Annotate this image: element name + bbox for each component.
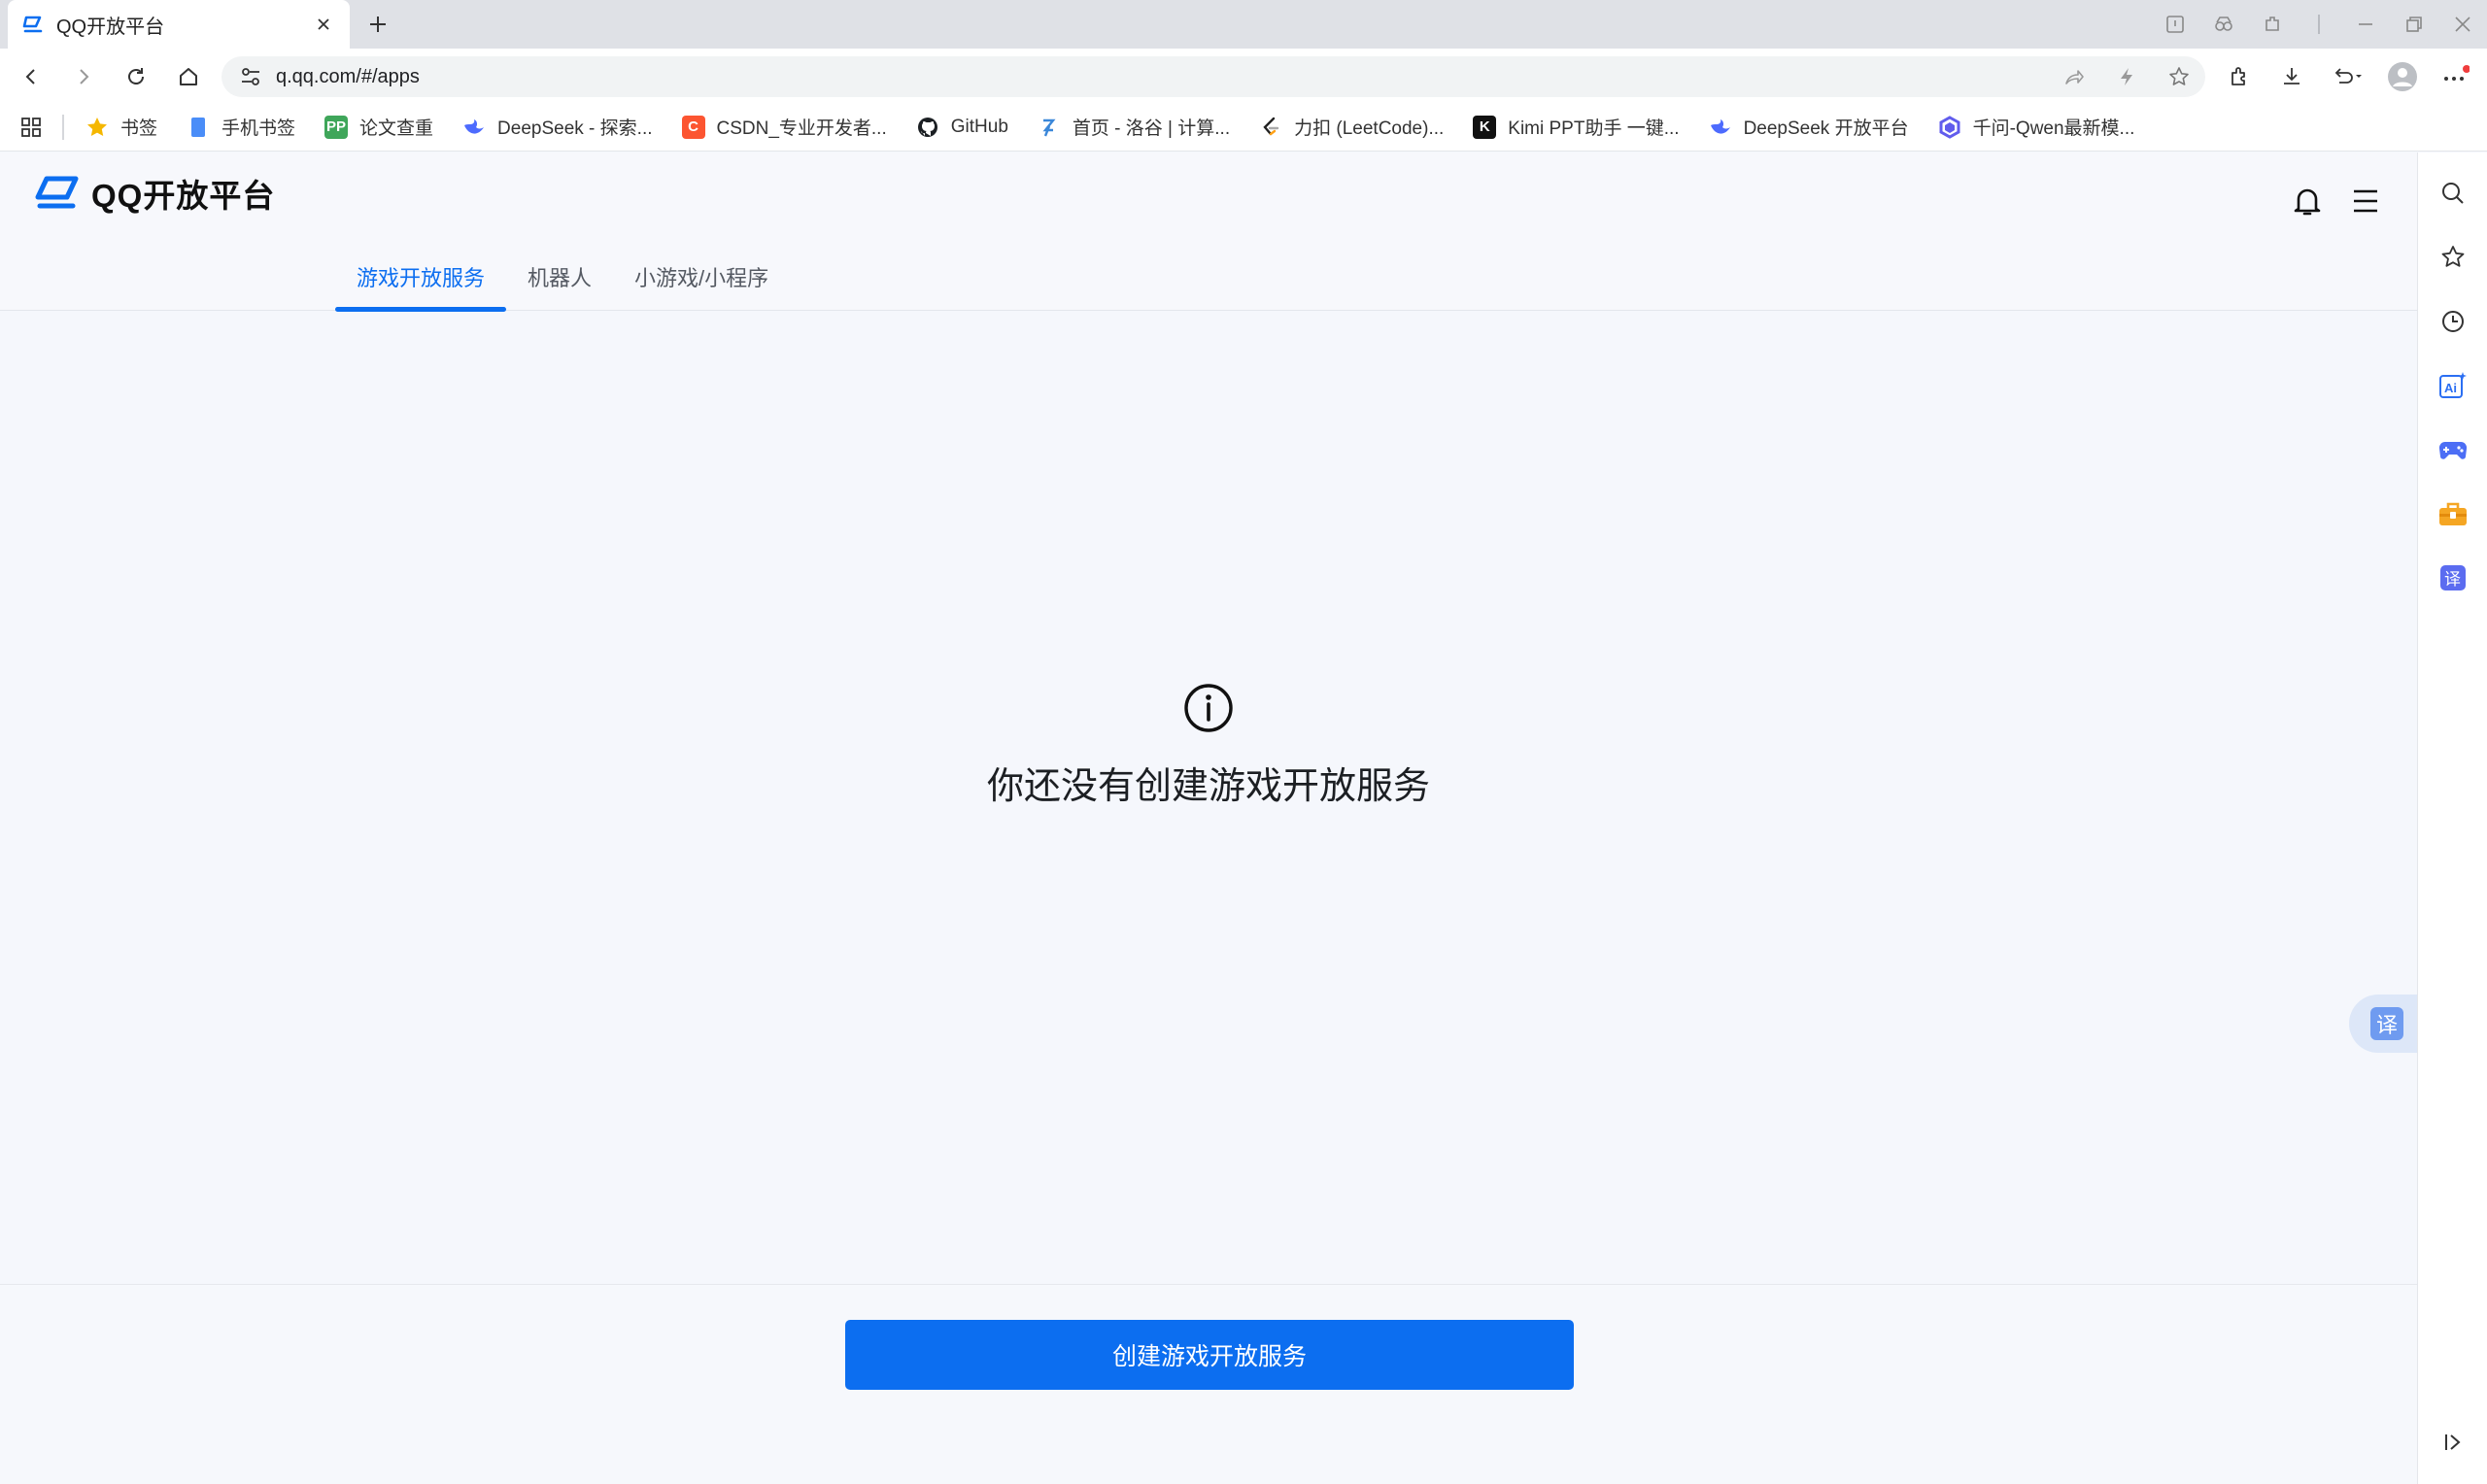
- bookmark-item[interactable]: 首页 - 洛谷 | 计算...: [1038, 108, 1230, 147]
- bookmark-item[interactable]: 千问-Qwen最新模...: [1938, 108, 2135, 147]
- bookmark-item[interactable]: DeepSeek 开放平台: [1709, 108, 1909, 147]
- bookmark-label: DeepSeek 开放平台: [1743, 118, 1909, 139]
- qq-open-platform-logo-icon: [35, 173, 84, 214]
- divider: [62, 114, 64, 140]
- bookmark-label: 首页 - 洛谷 | 计算...: [1072, 118, 1231, 139]
- back-icon[interactable]: [16, 61, 47, 92]
- bookmark-item[interactable]: 力扣 (LeetCode)...: [1259, 108, 1444, 147]
- tab-game-open-service[interactable]: 游戏开放服务: [335, 250, 507, 312]
- ai-icon[interactable]: Ai: [2434, 366, 2472, 405]
- share-icon[interactable]: [2048, 56, 2100, 97]
- empty-state-message: 你还没有创建游戏开放服务: [986, 766, 1430, 807]
- apps-grid-icon[interactable]: [17, 114, 45, 141]
- game-icon[interactable]: [2434, 430, 2472, 469]
- close-tab-icon[interactable]: [311, 12, 336, 37]
- luogu-icon: [1038, 116, 1061, 139]
- qwen-icon: [1938, 115, 1961, 139]
- browser-sidebar: Ai 译: [2417, 152, 2487, 1484]
- translate-icon[interactable]: 译: [2434, 558, 2472, 597]
- window-controls: [2151, 0, 2487, 49]
- svg-text:Ai: Ai: [2444, 381, 2457, 395]
- floating-translate-button[interactable]: 译: [2349, 995, 2417, 1053]
- bookmark-label: Kimi PPT助手 一键...: [1508, 118, 1680, 139]
- bookmark-label: 力扣 (LeetCode)...: [1294, 118, 1445, 139]
- undo-icon[interactable]: [2324, 56, 2372, 97]
- csdn-icon: C: [681, 115, 705, 139]
- site-header: QQ开放平台 游戏开放服务 机器人 小游戏/小程序: [0, 152, 2417, 312]
- address-bar[interactable]: q.qq.com/#/apps: [221, 56, 2205, 97]
- bookmark-label: 千问-Qwen最新模...: [1972, 118, 2135, 139]
- minimize-icon[interactable]: [2341, 0, 2390, 49]
- tab-robot[interactable]: 机器人: [506, 250, 613, 311]
- page-tabs: 游戏开放服务 机器人 小游戏/小程序: [335, 250, 790, 312]
- download-icon[interactable]: [2271, 56, 2312, 97]
- favorites-icon[interactable]: [2434, 238, 2472, 277]
- tab-search-icon[interactable]: [2151, 0, 2199, 49]
- translate-icon: 译: [2370, 1007, 2403, 1040]
- deepseek-icon: [462, 116, 486, 139]
- restore-icon[interactable]: [2390, 0, 2438, 49]
- bookmark-item[interactable]: PP 论文查重: [324, 108, 433, 147]
- site-logo[interactable]: QQ开放平台: [35, 170, 275, 217]
- page: QQ开放平台 游戏开放服务 机器人 小游戏/小程序 你还没有创建游戏开放服务 创…: [0, 152, 2417, 1484]
- bookmark-label: CSDN_专业开发者...: [716, 118, 887, 139]
- pp-icon: PP: [324, 115, 349, 139]
- browser-tab-active[interactable]: QQ开放平台: [8, 0, 350, 49]
- extensions-icon[interactable]: [2248, 0, 2297, 49]
- home-icon[interactable]: [173, 61, 204, 92]
- leetcode-icon: [1259, 116, 1282, 139]
- phone-icon: [187, 116, 210, 139]
- bookmarks-bar: 书签 手机书签 PP 论文查重 DeepSeek - 探索... C CSDN_专业开发者.…: [0, 103, 2487, 152]
- bookmark-item[interactable]: K Kimi PPT助手 一键...: [1473, 108, 1680, 147]
- svg-text:译: 译: [2444, 570, 2461, 590]
- more-icon[interactable]: [2435, 56, 2475, 97]
- deepseek-icon: [1709, 116, 1732, 139]
- bookmark-label: DeepSeek - 探索...: [497, 118, 653, 139]
- info-icon: [1182, 682, 1235, 734]
- create-game-service-button[interactable]: 创建游戏开放服务: [845, 1320, 1574, 1390]
- history-icon[interactable]: [2434, 302, 2472, 341]
- bookmark-item[interactable]: 手机书签: [187, 108, 295, 147]
- lightning-icon[interactable]: [2100, 56, 2153, 97]
- browser-toolbar: q.qq.com/#/apps: [0, 49, 2487, 103]
- bookmark-item[interactable]: C CSDN_专业开发者...: [681, 108, 887, 147]
- star-icon: [85, 116, 109, 139]
- profile-icon[interactable]: [2382, 56, 2423, 97]
- forward-icon[interactable]: [68, 61, 99, 92]
- bookmark-label: GitHub: [950, 116, 1008, 137]
- bookmark-label: 书签: [120, 118, 158, 139]
- logo-text: QQ开放平台: [91, 178, 276, 214]
- qq-open-platform-icon: [21, 12, 47, 37]
- extension-puzzle-icon[interactable]: [2219, 56, 2260, 97]
- divider: [2318, 15, 2320, 34]
- plus-icon[interactable]: [363, 10, 392, 39]
- url-text[interactable]: q.qq.com/#/apps: [276, 66, 2048, 88]
- github-icon: [916, 116, 939, 139]
- bookmark-list: 书签 手机书签 PP 论文查重 DeepSeek - 探索... C CSDN_专业开发者.…: [85, 108, 2163, 147]
- bookmark-label: 手机书签: [221, 118, 296, 139]
- tab-title: QQ开放平台: [56, 16, 165, 38]
- bookmark-label: 论文查重: [359, 118, 434, 139]
- bookmark-item[interactable]: DeepSeek - 探索...: [462, 108, 653, 147]
- search-icon[interactable]: [2434, 174, 2472, 213]
- copilot-icon[interactable]: [2199, 0, 2248, 49]
- tab-mini-game[interactable]: 小游戏/小程序: [613, 250, 790, 311]
- star-icon[interactable]: [2153, 56, 2205, 97]
- kimi-icon: K: [1473, 115, 1497, 139]
- action-bar: 创建游戏开放服务: [0, 1284, 2417, 1484]
- collapse-icon[interactable]: [2434, 1423, 2472, 1462]
- bell-icon[interactable]: [2286, 180, 2329, 222]
- empty-state: 你还没有创建游戏开放服务: [0, 682, 2417, 809]
- close-icon[interactable]: [2438, 0, 2487, 49]
- reload-icon[interactable]: [120, 61, 152, 92]
- tab-strip: QQ开放平台: [0, 0, 2487, 49]
- site-settings-icon[interactable]: [237, 63, 264, 90]
- menu-icon[interactable]: [2344, 180, 2387, 222]
- toolbox-icon[interactable]: [2434, 494, 2472, 533]
- bookmark-item[interactable]: GitHub: [916, 108, 1008, 147]
- bookmark-item[interactable]: 书签: [85, 108, 157, 147]
